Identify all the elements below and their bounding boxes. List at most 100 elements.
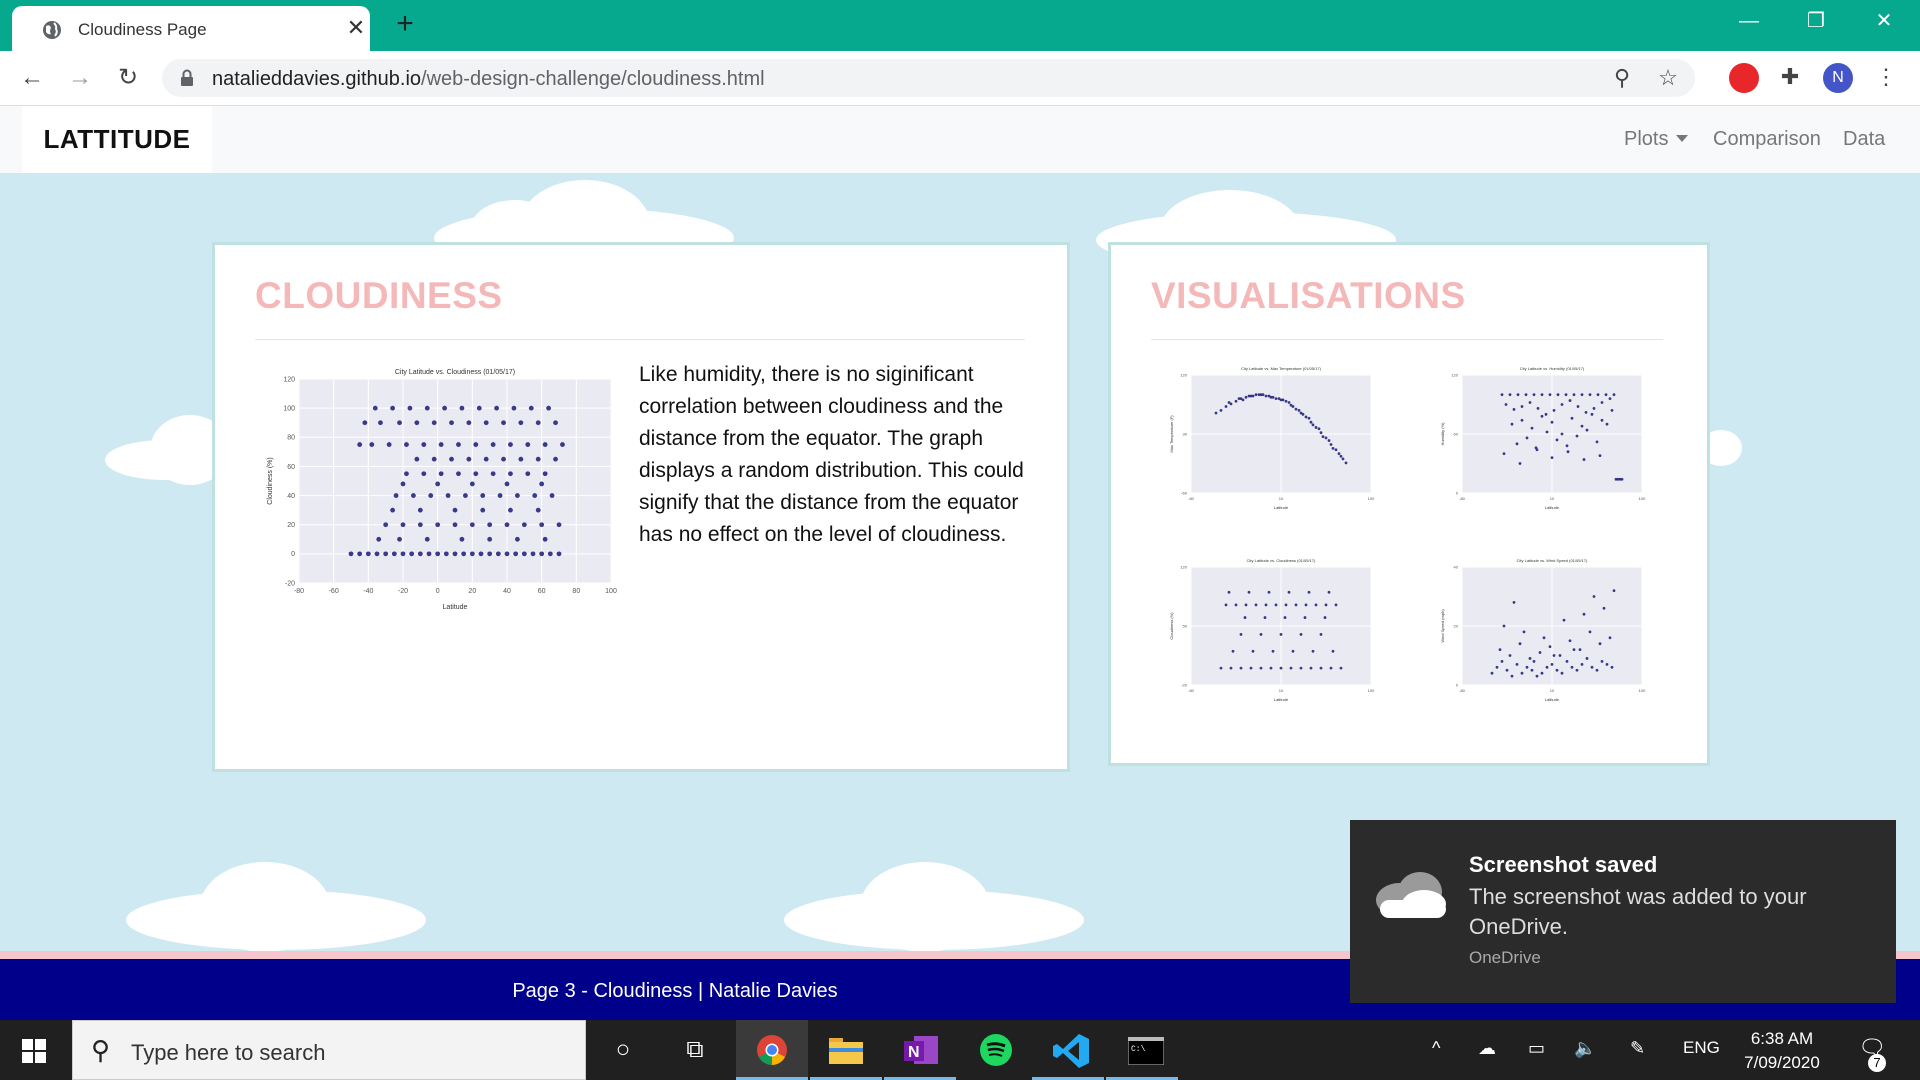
scatter-point xyxy=(1337,452,1341,456)
file-explorer-icon[interactable] xyxy=(829,1036,863,1064)
nav-data[interactable]: Data xyxy=(1843,128,1885,151)
scatter-point xyxy=(1317,427,1321,431)
scatter-point xyxy=(1229,666,1233,670)
scatter-point xyxy=(1550,662,1554,666)
vscode-icon[interactable] xyxy=(1053,1034,1089,1068)
scatter-point xyxy=(1560,432,1564,436)
extensions-puzzle-icon[interactable]: ✚ xyxy=(1777,64,1803,90)
scatter-point xyxy=(1598,642,1602,646)
bookmark-star-icon[interactable]: ☆ xyxy=(1655,65,1681,91)
scatter-point xyxy=(393,493,399,498)
clock-time: 6:38 AM xyxy=(1750,1029,1814,1048)
x-axis-label: Latitude xyxy=(443,604,468,611)
scatter-point xyxy=(1582,458,1586,461)
scatter-point xyxy=(1538,651,1542,654)
cortana-icon[interactable]: ○ xyxy=(603,1030,643,1070)
scatter-point xyxy=(1327,590,1331,594)
scatter-point xyxy=(1610,409,1614,412)
y-tick-label: 60 xyxy=(1454,431,1459,436)
scatter-point xyxy=(1600,660,1604,663)
search-icon: ⚲ xyxy=(91,1035,111,1065)
reload-icon[interactable]: ↻ xyxy=(111,61,145,95)
taskbar-clock[interactable]: 6:38 AM 7/09/2020 xyxy=(1720,1027,1844,1075)
back-icon[interactable]: ← xyxy=(15,61,49,95)
brand-logo[interactable]: LATTITUDE xyxy=(22,106,212,173)
scatter-point xyxy=(1490,671,1494,675)
spotify-icon[interactable] xyxy=(980,1034,1012,1066)
close-tab-icon[interactable]: ✕ xyxy=(343,15,369,41)
pen-icon[interactable]: ✎ xyxy=(1630,1038,1645,1059)
scatter-point xyxy=(1264,603,1268,607)
nav-plots-dropdown[interactable]: Plots xyxy=(1624,128,1689,151)
scatter-point xyxy=(546,405,551,411)
scatter-point xyxy=(497,493,503,498)
scatter-point xyxy=(1560,671,1564,675)
language-indicator[interactable]: ENG xyxy=(1683,1038,1720,1058)
onedrive-notification[interactable]: Screenshot saved The screenshot was adde… xyxy=(1350,820,1896,1003)
thumb-temperature-plot[interactable]: -80 10 100 -60 30 120 City Latitude vs. Max Te… xyxy=(1169,363,1379,511)
scatter-point xyxy=(1319,633,1323,636)
thumb-wind-speed-plot[interactable]: -80 10 100 0 20 40 City Latitude vs. Wind Spee… xyxy=(1440,555,1650,703)
scatter-point xyxy=(504,481,510,487)
onenote-icon[interactable]: N xyxy=(904,1034,938,1066)
scatter-point xyxy=(1239,633,1243,636)
onedrive-tray-icon[interactable]: ☁ xyxy=(1478,1038,1496,1059)
cloudiness-plot[interactable]: -80 -60 -40 -20 0 20 40 60 80 100 -20 0 20 40 60 80 100 1… xyxy=(265,361,625,611)
thumb-humidity-plot[interactable]: -80 10 100 0 60 120 City Latitude vs. Humidity… xyxy=(1440,363,1650,511)
zoom-icon[interactable]: ⚲ xyxy=(1609,65,1635,91)
scatter-point xyxy=(374,551,380,557)
minimize-icon[interactable]: — xyxy=(1731,6,1767,36)
thumb-cloudiness-plot[interactable]: -80 10 100 -20 50 120 City Latitude vs. Cloudi… xyxy=(1169,555,1379,703)
scatter-point xyxy=(461,551,467,557)
scatter-point xyxy=(1249,666,1253,670)
terminal-icon[interactable]: C:\ xyxy=(1128,1037,1164,1065)
scatter-point xyxy=(1520,671,1524,675)
scatter-point xyxy=(556,522,562,528)
scatter-point xyxy=(1516,393,1520,397)
taskbar-search-box[interactable]: ⚲ Type here to search xyxy=(72,1020,586,1080)
scatter-point xyxy=(539,481,545,487)
scatter-point xyxy=(435,522,441,528)
scatter-point xyxy=(1267,590,1271,594)
browser-tab-active[interactable]: Cloudiness Page ✕ xyxy=(12,6,370,51)
nav-comparison[interactable]: Comparison xyxy=(1713,128,1821,151)
scatter-point xyxy=(1231,649,1235,653)
scatter-point xyxy=(1530,426,1534,430)
scatter-point xyxy=(1257,393,1261,397)
chevron-up-icon[interactable]: ^ xyxy=(1432,1038,1440,1059)
restore-icon[interactable]: ❐ xyxy=(1798,6,1834,36)
scatter-point xyxy=(528,405,534,411)
caret-down-icon xyxy=(1676,135,1689,142)
extension-icon[interactable] xyxy=(1729,63,1759,93)
profile-avatar[interactable]: N xyxy=(1823,63,1853,93)
chrome-icon[interactable] xyxy=(756,1034,788,1066)
scatter-point xyxy=(407,405,413,411)
scatter-point xyxy=(1281,398,1285,402)
window-close-icon[interactable]: ✕ xyxy=(1866,6,1902,36)
scatter-point xyxy=(1291,405,1295,408)
windows-start-icon[interactable] xyxy=(22,1039,46,1063)
scatter-point xyxy=(1247,394,1251,398)
scatter-point xyxy=(1508,654,1512,657)
scatter-point xyxy=(476,405,482,411)
scatter-point xyxy=(469,481,475,487)
task-view-icon[interactable]: ⧉ xyxy=(675,1030,715,1070)
new-tab-icon[interactable]: + xyxy=(390,9,420,39)
scatter-point xyxy=(463,493,468,498)
scatter-point xyxy=(452,522,458,528)
battery-icon[interactable]: ▭ xyxy=(1528,1038,1545,1059)
scatter-point xyxy=(1525,436,1529,440)
volume-icon[interactable]: 🔈 xyxy=(1574,1038,1596,1059)
scatter-point xyxy=(409,551,415,557)
menu-kebab-icon[interactable]: ⋮ xyxy=(1873,64,1899,90)
x-tick-label: 100 xyxy=(1368,496,1375,501)
scatter-point xyxy=(1610,665,1614,669)
scatter-point xyxy=(1540,393,1544,397)
scatter-point xyxy=(1530,668,1534,672)
scatter-point xyxy=(1339,666,1343,670)
forward-icon[interactable]: → xyxy=(63,61,97,95)
scatter-point xyxy=(452,507,458,513)
address-bar[interactable]: natalieddavies.github.io/web-design-chal… xyxy=(162,59,1695,97)
scatter-point xyxy=(424,405,430,411)
y-tick-label: -60 xyxy=(1181,490,1188,495)
